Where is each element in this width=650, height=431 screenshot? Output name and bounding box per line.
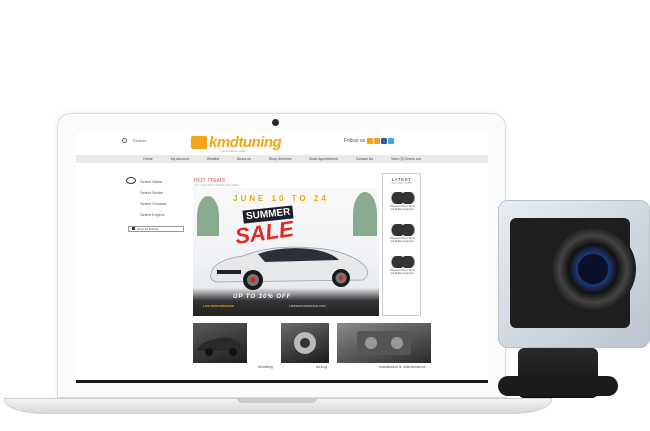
- shop-all-brands-button[interactable]: Shop All Brands: [128, 226, 184, 232]
- latest-subtitle: OUR NEW ITEMS: [391, 182, 412, 185]
- car-image: [210, 246, 368, 290]
- camera-lens-icon: [550, 226, 636, 312]
- nav-shop-services[interactable]: Shop Services: [269, 157, 292, 161]
- camera-mount-base: [498, 376, 618, 396]
- nav-contact-us[interactable]: Contact Us: [356, 157, 373, 161]
- latest-product[interactable]: Stoptech Rear Sport Kit Brake Upgrade: [388, 256, 417, 276]
- select-model[interactable]: Select Model: [140, 190, 163, 195]
- square-icon: [132, 227, 135, 230]
- palm-tree-icon: [197, 196, 219, 236]
- make-logo-icon: [126, 177, 136, 184]
- latest-product-name: Stoptech Rear Sport Kit Brake Upgrade: [389, 236, 416, 244]
- brake-kit-image: [390, 256, 415, 268]
- summer-sale-banner[interactable]: JUNE 10 TO 24 SUMMER SALE UP TO 30% OFF …: [193, 188, 379, 316]
- latest-product-name: Stoptech Rear Sport Kit Brake Upgrade: [389, 268, 416, 276]
- banner-brand: LIVE PERFORMANCE: [203, 304, 235, 308]
- rss-icon[interactable]: [374, 138, 381, 144]
- webcam-icon: [272, 119, 279, 126]
- logo-text: kmdtuning: [209, 134, 282, 151]
- latest-product[interactable]: Stoptech Rear Sport Kit Brake Upgrade: [388, 192, 417, 212]
- search-label: Search: [133, 138, 146, 143]
- nav-wishlist[interactable]: Wishlist: [207, 157, 219, 161]
- tuning-tile[interactable]: [281, 323, 329, 363]
- logo-subtitle: performance parts: [221, 149, 246, 153]
- select-engine[interactable]: Select Engine: [140, 212, 165, 217]
- search-box[interactable]: Search: [122, 138, 146, 144]
- banner-date: JUNE 10 TO 24: [233, 194, 329, 203]
- installation-tile[interactable]: [337, 323, 431, 363]
- screen-bezel-bottom: [76, 380, 488, 383]
- site-logo[interactable]: kmdtuning performance parts: [191, 134, 299, 153]
- select-chassis[interactable]: Select Chassis: [140, 201, 166, 206]
- nav-about-us[interactable]: About us: [237, 157, 251, 161]
- follow-us: Follow us: [344, 138, 395, 144]
- banner-discount: UP TO 30% OFF: [233, 294, 292, 300]
- detailing-tile[interactable]: [193, 323, 247, 363]
- turbo-image: [294, 332, 316, 354]
- nav-my-account[interactable]: My Account: [171, 157, 189, 161]
- brake-kit-image: [390, 192, 415, 204]
- facebook-icon[interactable]: [381, 138, 388, 144]
- laptop-notch: [237, 398, 317, 403]
- installation-label[interactable]: installation & maintenance: [379, 364, 426, 369]
- car-image: [197, 337, 243, 356]
- nav-book-appointment[interactable]: Book Appointment: [309, 157, 337, 161]
- twitter-2-icon[interactable]: [388, 138, 395, 144]
- product-mockup: Search kmdtuning performance parts Follo…: [0, 0, 650, 431]
- logo-mark-icon: [191, 136, 207, 149]
- latest-product[interactable]: Stoptech Rear Sport Kit Brake Upgrade: [388, 224, 417, 244]
- hot-items-subtitle: GET YOUR BEST DEALS THIS WEEK: [194, 184, 240, 187]
- follow-label: Follow us: [344, 138, 366, 144]
- tuning-label[interactable]: tuning: [316, 364, 327, 369]
- banner-road: [193, 288, 379, 316]
- engine-image: [357, 331, 411, 355]
- latest-product-name: Stoptech Rear Sport Kit Brake Upgrade: [389, 204, 416, 212]
- shop-all-brands-label: Shop All Brands: [137, 227, 159, 231]
- brake-kit-image: [390, 224, 415, 236]
- laptop-screen: Search kmdtuning performance parts Follo…: [76, 131, 488, 383]
- nav-checkout[interactable]: View (0) Check out: [391, 157, 421, 161]
- search-icon: [122, 138, 127, 144]
- main-nav: Home My Account Wishlist About us Shop S…: [76, 155, 488, 163]
- banner-url: LTDPERFORMANCE.COM: [289, 304, 326, 308]
- twitter-icon[interactable]: [367, 138, 374, 144]
- detailing-label[interactable]: detailing: [258, 364, 273, 369]
- select-make[interactable]: Select Make: [140, 179, 162, 184]
- palm-tree-icon: [353, 192, 377, 236]
- latest-panel: LATEST OUR NEW ITEMS Stoptech Rear Sport…: [382, 173, 421, 316]
- nav-home[interactable]: Home: [143, 157, 152, 161]
